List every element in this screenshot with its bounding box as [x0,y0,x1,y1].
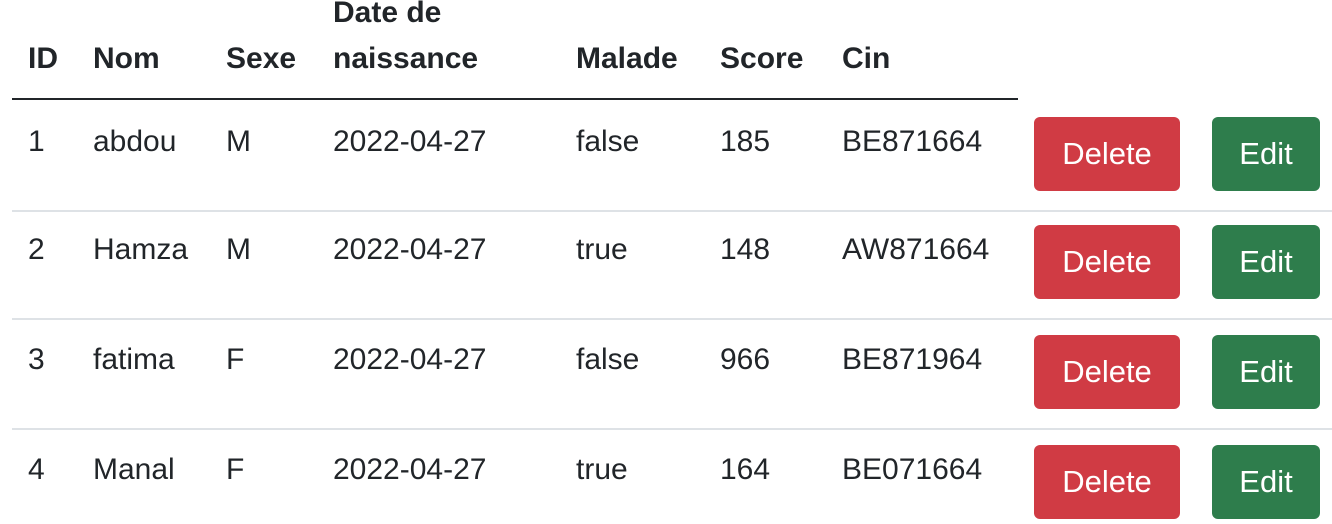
table-row: 1 abdou M 2022-04-27 false 185 BE871664 … [12,100,1332,212]
header-date-line2: naissance [333,42,479,75]
cell-malade: true [576,453,628,486]
cell-malade: true [576,233,628,266]
cell-score: 164 [720,453,771,486]
header-score: Score [720,42,804,75]
cell-nom: Manal [93,453,175,486]
table-row: 4 Manal F 2022-04-27 true 164 BE071664 D… [12,428,1332,524]
header-malade: Malade [576,42,678,75]
cell-nom: Hamza [93,233,189,266]
patients-table: ID Nom Sexe Date de naissance Malade Sco… [0,0,1332,524]
cell-date: 2022-04-27 [333,343,487,376]
header-date-de-naissance: Date de naissance [333,0,478,82]
cell-nom: fatima [93,343,175,376]
delete-button[interactable]: Delete [1034,335,1180,409]
edit-button[interactable]: Edit [1212,445,1320,519]
cell-id: 4 [28,453,45,486]
table-row: 3 fatima F 2022-04-27 false 966 BE871964… [12,318,1332,430]
delete-button[interactable]: Delete [1034,445,1180,519]
cell-id: 3 [28,343,45,376]
header-date-line1: Date de [333,0,442,29]
edit-button[interactable]: Edit [1212,225,1320,299]
edit-button[interactable]: Edit [1212,335,1320,409]
cell-cin: BE871964 [842,343,983,376]
delete-button[interactable]: Delete [1034,117,1180,191]
cell-cin: AW871664 [842,233,990,266]
cell-sexe: F [226,453,245,486]
cell-cin: BE071664 [842,453,983,486]
cell-id: 2 [28,233,45,266]
header-cin: Cin [842,42,891,75]
cell-malade: false [576,125,640,158]
table-header: ID Nom Sexe Date de naissance Malade Sco… [12,0,1018,100]
cell-nom: abdou [93,125,177,158]
cell-date: 2022-04-27 [333,233,487,266]
header-nom: Nom [93,42,160,75]
header-sexe: Sexe [226,42,297,75]
edit-button[interactable]: Edit [1212,117,1320,191]
cell-sexe: M [226,233,251,266]
cell-id: 1 [28,125,45,158]
table-row: 2 Hamza M 2022-04-27 true 148 AW871664 D… [12,208,1332,320]
cell-cin: BE871664 [842,125,983,158]
cell-score: 148 [720,233,771,266]
header-id: ID [28,42,58,75]
cell-date: 2022-04-27 [333,125,487,158]
delete-button[interactable]: Delete [1034,225,1180,299]
cell-score: 185 [720,125,771,158]
cell-date: 2022-04-27 [333,453,487,486]
cell-score: 966 [720,343,771,376]
cell-sexe: F [226,343,245,376]
cell-sexe: M [226,125,251,158]
cell-malade: false [576,343,640,376]
